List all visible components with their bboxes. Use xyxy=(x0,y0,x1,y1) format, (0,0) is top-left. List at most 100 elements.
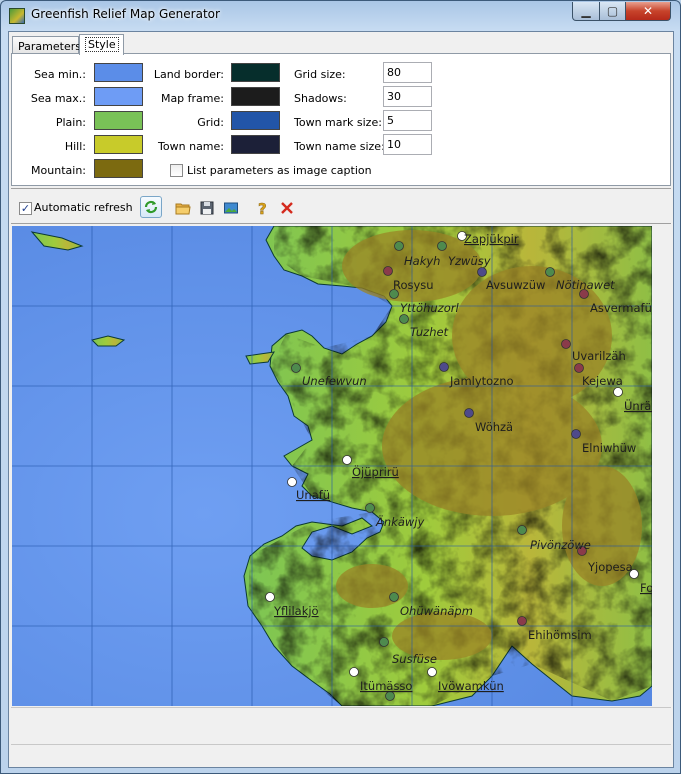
town-mark xyxy=(291,363,301,373)
svg-text:?: ? xyxy=(258,200,267,216)
close-map-button[interactable] xyxy=(277,198,297,218)
land-border-label: Land border: xyxy=(153,68,224,81)
grid-swatch[interactable] xyxy=(231,111,280,130)
maximize-icon: ▢ xyxy=(606,4,619,18)
town-label: Zapjükpir xyxy=(464,232,519,246)
caption-checkbox[interactable] xyxy=(170,164,183,177)
relief-map-canvas: Zapjükpir Hakyh Yzwüsy Rosysu Avsuwzüw Nötina… xyxy=(12,226,652,706)
tab-style[interactable]: Style xyxy=(79,34,124,55)
town-label: Tuzhet xyxy=(410,325,449,339)
town-mark xyxy=(399,314,409,324)
save-icon xyxy=(200,201,214,215)
town-mark xyxy=(265,592,275,602)
status-bar xyxy=(11,707,671,766)
client-area: Parameters Style Sea min.: Sea max.: Pla… xyxy=(8,31,674,768)
town-label: Asvermafü xyxy=(590,301,652,315)
hill-swatch[interactable] xyxy=(94,135,143,154)
town-mark xyxy=(349,667,359,677)
town-mark xyxy=(437,241,447,251)
hill-label: Hill: xyxy=(64,140,86,153)
town-label: Uvarilzäh xyxy=(572,349,626,363)
town-name-label: Town name: xyxy=(158,140,224,153)
sea-max-swatch[interactable] xyxy=(94,87,143,106)
town-mark xyxy=(574,363,584,373)
town-mark xyxy=(477,267,487,277)
help-button[interactable]: ? xyxy=(253,198,273,218)
town-label: Hakyh xyxy=(404,254,440,268)
maximize-button[interactable]: ▢ xyxy=(599,2,626,21)
town-label: Ohüwänäpm xyxy=(400,604,473,618)
town-mark xyxy=(394,241,404,251)
town-mark xyxy=(545,267,555,277)
town-label: Yzwüsy xyxy=(448,254,491,268)
help-icon: ? xyxy=(258,200,267,216)
town-label: Yjopesa xyxy=(587,560,633,574)
open-button[interactable] xyxy=(173,198,193,218)
town-label: Yttöhuzorl xyxy=(400,301,459,315)
town-mark xyxy=(517,525,527,535)
close-button[interactable]: ✕ xyxy=(625,2,671,21)
minimize-button[interactable]: ▁ xyxy=(572,2,600,21)
town-label: Fo xyxy=(640,581,652,595)
style-panel: Sea min.: Sea max.: Plain: Hill: Mountai… xyxy=(11,53,671,186)
town-mark-size-label: Town mark size: xyxy=(294,116,382,129)
minimize-icon: ▁ xyxy=(581,4,591,18)
sea-min-label: Sea min.: xyxy=(34,68,86,81)
town-label: Ehihömsim xyxy=(528,628,592,642)
town-mark xyxy=(287,477,297,487)
app-icon xyxy=(9,8,25,24)
town-name-size-label: Town name size: xyxy=(294,140,385,153)
town-mark xyxy=(561,339,571,349)
town-label: Itümässo xyxy=(360,679,412,693)
plain-label: Plain: xyxy=(55,116,86,129)
town-label: Susfüse xyxy=(392,652,437,666)
town-mark-size-field[interactable]: 5 xyxy=(383,110,432,131)
auto-refresh-checkbox[interactable]: ✓ xyxy=(19,202,32,215)
town-label: Yflilakjö xyxy=(273,604,319,618)
mountain-swatch[interactable] xyxy=(94,159,143,178)
town-mark xyxy=(517,616,527,626)
export-image-icon xyxy=(224,202,238,214)
plain-swatch[interactable] xyxy=(94,111,143,130)
grid-size-field[interactable]: 80 xyxy=(383,62,432,83)
town-label: Avsuwzüw xyxy=(486,278,545,292)
town-mark xyxy=(439,362,449,372)
map-frame-label: Map frame: xyxy=(160,92,224,105)
land-border-swatch[interactable] xyxy=(231,63,280,82)
town-name-swatch[interactable] xyxy=(231,135,280,154)
auto-refresh-label: Automatic refresh xyxy=(34,201,133,214)
refresh-icon xyxy=(144,200,158,214)
town-label: Unafü xyxy=(296,488,330,502)
sea-min-swatch[interactable] xyxy=(94,63,143,82)
town-mark xyxy=(365,503,375,513)
title-bar[interactable]: Greenfish Relief Map Generator ▁ ▢ ✕ xyxy=(1,1,680,31)
export-image-button[interactable] xyxy=(221,198,241,218)
grid-size-label: Grid size: xyxy=(294,68,346,81)
town-label: Jamlytozno xyxy=(449,374,514,388)
close-red-icon xyxy=(281,202,293,214)
sea-max-label: Sea max.: xyxy=(30,92,86,105)
window-title: Greenfish Relief Map Generator xyxy=(31,7,220,21)
town-mark xyxy=(342,455,352,465)
toolbar: ✓ Automatic refresh ? xyxy=(11,188,671,224)
town-mark xyxy=(427,667,437,677)
town-label: Öjüprirü xyxy=(352,463,399,479)
town-label: Ivöwamkün xyxy=(438,679,504,693)
shadows-field[interactable]: 30 xyxy=(383,86,432,107)
town-mark xyxy=(571,429,581,439)
relief-map[interactable]: Zapjükpir Hakyh Yzwüsy Rosysu Avsuwzüw Nötina… xyxy=(12,226,652,706)
town-label: Elniwhüw xyxy=(582,441,636,455)
save-button[interactable] xyxy=(197,198,217,218)
town-label: Nötinawet xyxy=(556,278,615,292)
town-label: Rosysu xyxy=(393,278,434,292)
town-mark xyxy=(464,408,474,418)
town-mark xyxy=(389,592,399,602)
town-label: Ünräv xyxy=(624,397,652,413)
mountain-label: Mountain: xyxy=(31,164,86,177)
town-mark xyxy=(383,266,393,276)
town-name-size-field[interactable]: 10 xyxy=(383,134,432,155)
town-label: Kejewa xyxy=(582,374,623,388)
map-frame-swatch[interactable] xyxy=(231,87,280,106)
refresh-button[interactable] xyxy=(140,196,162,218)
close-icon: ✕ xyxy=(642,4,654,18)
